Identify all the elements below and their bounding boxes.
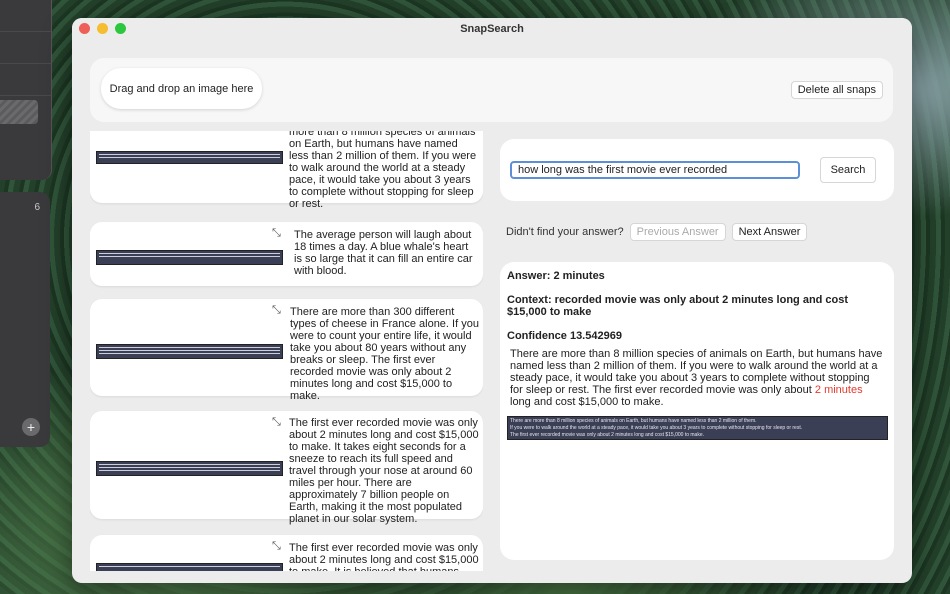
snap-thumbnail [96,151,283,164]
snap-list[interactable]: more than 8 million species of animals o… [90,131,483,571]
expand-arrows-icon[interactable]: ⤡ [272,540,281,553]
source-text-after: long and cost $15,000 to make. [510,396,664,408]
snap-text: The first ever recorded movie was only a… [289,542,479,571]
next-answer-button[interactable]: Next Answer [731,223,808,241]
background-count: 6 [34,202,40,213]
snap-thumbnail [96,250,283,265]
plus-icon[interactable]: + [22,418,40,436]
answer-source-text: There are more than 8 million species of… [507,348,887,408]
expand-arrows-icon[interactable]: ⤡ [272,304,281,317]
search-button[interactable]: Search [820,157,876,183]
confidence-line: Confidence 13.542969 [507,330,622,342]
top-bar: Drag and drop an image here Delete all s… [90,58,893,122]
source-image-line: The first ever recorded movie was only a… [510,432,704,438]
answer-source-image: There are more than 8 million species of… [507,416,888,440]
zoom-window-button[interactable] [115,23,126,34]
close-window-button[interactable] [79,23,90,34]
background-window-panel: 6 + [0,192,50,447]
answer-line: Answer: 2 minutes [507,270,605,282]
snap-thumbnail [96,563,283,571]
expand-arrows-icon[interactable]: ⤡ [272,416,281,429]
snap-card[interactable]: ⤡ The average person will laugh about 18… [90,222,483,286]
context-line: Context: recorded movie was only about 2… [507,294,849,318]
source-image-line: There are more than 8 million species of… [510,418,757,424]
snap-thumbnail [96,461,283,476]
minimize-window-button[interactable] [97,23,108,34]
snap-text: more than 8 million species of animals o… [289,131,477,210]
source-image-line: If you were to walk around the world at … [510,425,803,431]
window-title: SnapSearch [460,23,524,35]
snap-text: The first ever recorded movie was only a… [289,417,479,525]
snap-card[interactable]: ⤡ The first ever recorded movie was only… [90,411,483,525]
not-found-prompt: Didn't find your answer? [506,226,624,238]
drop-zone[interactable]: Drag and drop an image here [101,68,262,109]
expand-arrows-icon[interactable]: ⤡ [272,227,281,240]
search-input[interactable] [510,161,800,179]
delete-all-snaps-button[interactable]: Delete all snaps [790,81,883,99]
snap-card[interactable]: ⤡ The first ever recorded movie was only… [90,535,483,571]
background-selected-row [0,100,38,124]
title-bar: SnapSearch [72,18,912,40]
search-panel: Search [500,139,894,201]
previous-answer-button[interactable]: Previous Answer [629,223,726,241]
answer-navigation: Didn't find your answer? Previous Answer… [506,223,808,241]
background-window-sidebar [0,0,52,180]
highlighted-answer: 2 minutes [814,384,863,396]
snap-text: There are more than 300 different types … [290,306,479,402]
snap-text: The average person will laugh about 18 t… [294,229,473,277]
snapsearch-window: SnapSearch Drag and drop an image here D… [72,18,912,583]
answer-panel: Answer: 2 minutes Context: recorded movi… [500,262,894,560]
snap-thumbnail [96,344,283,359]
snap-card[interactable]: more than 8 million species of animals o… [90,131,483,210]
snap-card[interactable]: ⤡ There are more than 300 different type… [90,299,483,402]
